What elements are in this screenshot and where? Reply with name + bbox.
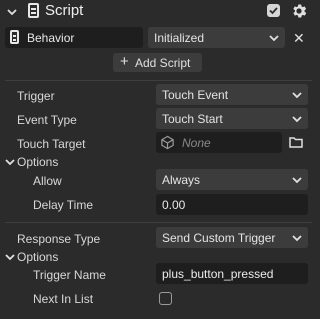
add-script-label: Add Script <box>135 56 191 70</box>
next-in-list-label: Next In List <box>33 292 94 306</box>
chevron-down-icon <box>292 116 302 123</box>
gear-icon[interactable] <box>290 2 308 20</box>
options-section-label[interactable]: Options <box>17 155 58 169</box>
delay-time-label: Delay Time <box>33 198 94 212</box>
event-type-label: Event Type <box>17 113 77 127</box>
allow-label: Allow <box>33 174 62 188</box>
allow-select[interactable]: Always <box>156 169 308 190</box>
divider <box>5 222 312 223</box>
next-in-list-checkbox[interactable] <box>159 292 172 305</box>
touch-target-field[interactable]: None <box>156 132 282 153</box>
checkmark-icon <box>269 7 278 15</box>
folder-icon[interactable] <box>289 136 303 148</box>
event-type-value: Touch Start <box>162 112 223 126</box>
chevron-down-icon <box>292 235 302 242</box>
component-header: Script <box>0 0 317 22</box>
response-type-select[interactable]: Send Custom Trigger <box>156 227 308 248</box>
trigger-label: Trigger <box>17 89 55 103</box>
object-icon <box>161 135 174 150</box>
component-title: Script <box>45 2 84 19</box>
trigger-name-value: plus_button_pressed <box>162 267 274 281</box>
touch-target-label: Touch Target <box>17 137 86 151</box>
chevron-down-icon[interactable] <box>5 157 15 167</box>
behavior-state-select[interactable]: Initialized <box>148 27 285 48</box>
chevron-down-icon <box>269 35 279 42</box>
chevron-down-icon[interactable] <box>5 252 15 262</box>
add-script-button[interactable]: + Add Script <box>113 53 202 72</box>
trigger-name-field[interactable]: plus_button_pressed <box>156 263 308 284</box>
close-icon[interactable]: ✕ <box>293 31 305 45</box>
behavior-name-field[interactable]: Behavior <box>5 27 143 48</box>
chevron-down-icon <box>292 177 302 184</box>
enabled-checkbox[interactable] <box>267 4 280 17</box>
event-type-select[interactable]: Touch Start <box>156 108 308 129</box>
behavior-name-value: Behavior <box>27 31 75 45</box>
chevron-down-icon <box>292 92 302 99</box>
script-icon <box>28 3 39 18</box>
options-section-label[interactable]: Options <box>17 250 58 264</box>
delay-time-field[interactable]: 0.00 <box>156 194 308 215</box>
touch-target-value: None <box>182 136 211 150</box>
trigger-name-label: Trigger Name <box>33 268 106 282</box>
delay-time-value: 0.00 <box>162 198 186 212</box>
divider <box>5 80 312 81</box>
trigger-value: Touch Event <box>162 88 229 102</box>
plus-icon: + <box>120 53 129 70</box>
script-icon <box>10 30 19 44</box>
response-type-value: Send Custom Trigger <box>162 231 276 245</box>
response-type-label: Response Type <box>17 232 101 246</box>
behavior-state-value: Initialized <box>154 31 205 45</box>
chevron-down-icon[interactable] <box>7 7 17 17</box>
allow-value: Always <box>162 173 201 187</box>
trigger-select[interactable]: Touch Event <box>156 84 308 105</box>
